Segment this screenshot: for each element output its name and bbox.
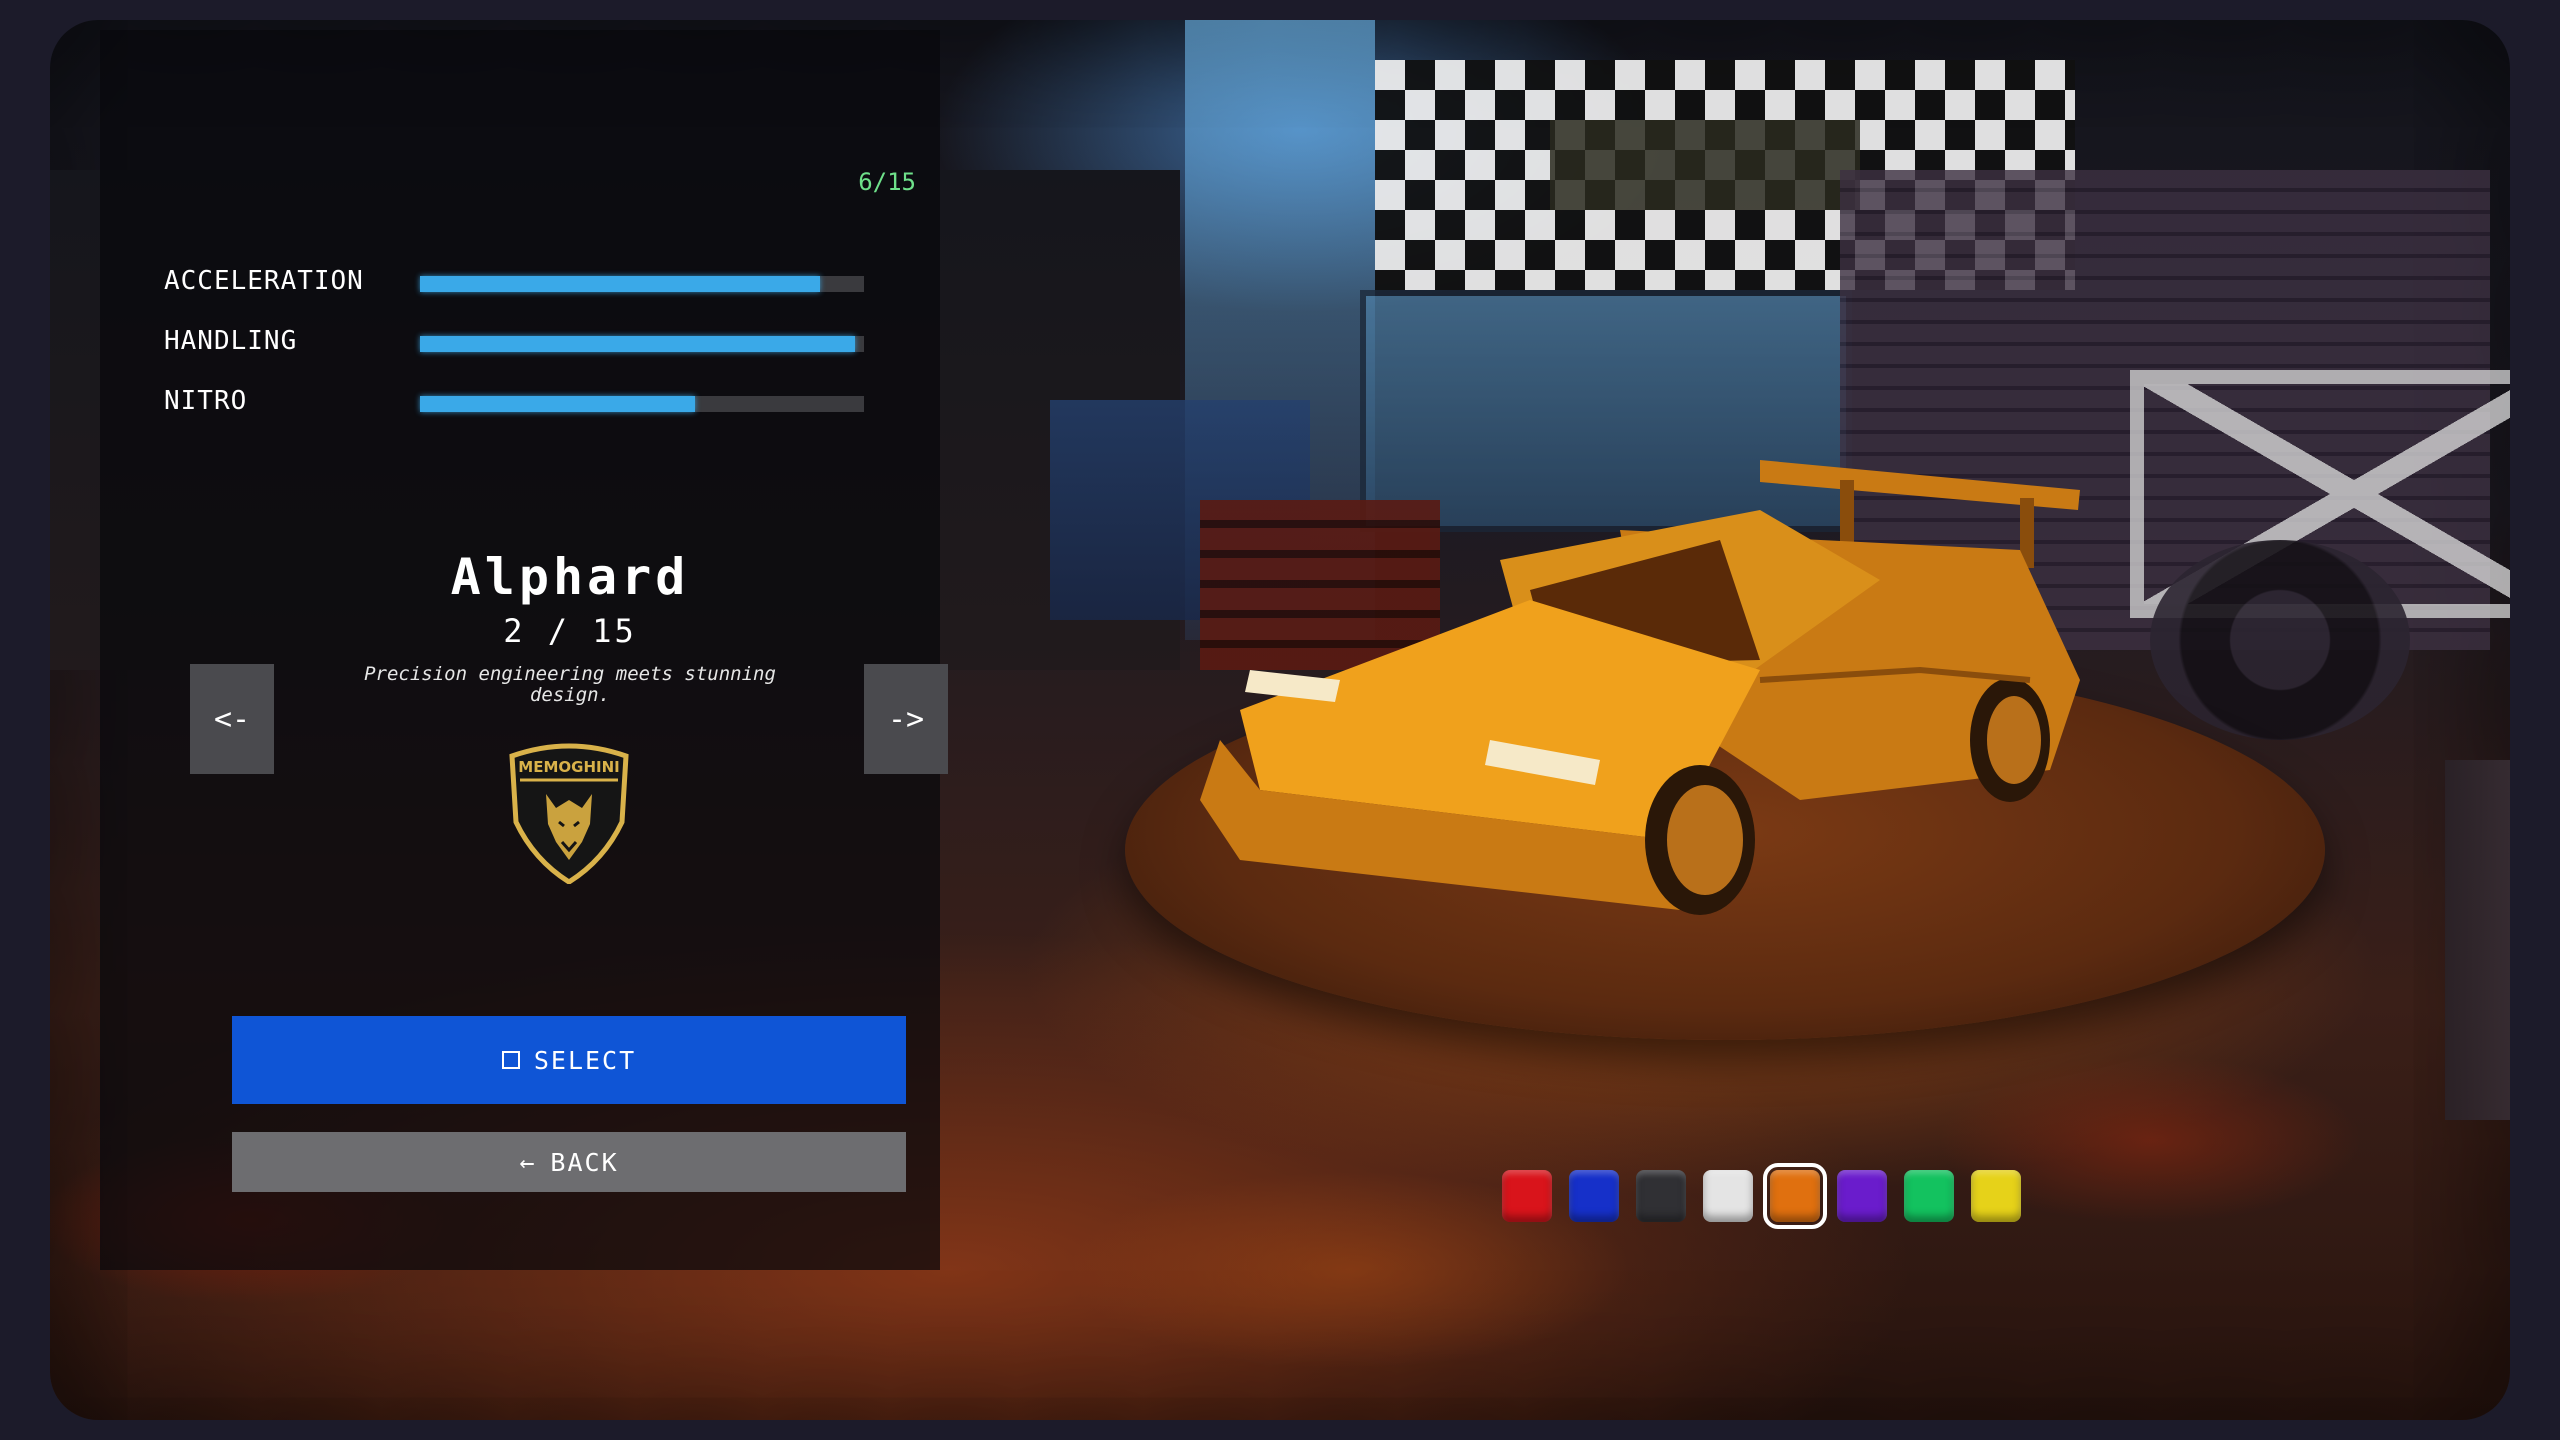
back-button-label: BACK <box>550 1147 619 1177</box>
color-swatch[interactable] <box>1502 1170 1552 1222</box>
stat-label: HANDLING <box>164 326 298 356</box>
stat-label: NITRO <box>164 386 248 416</box>
stat-bar-track <box>420 276 864 292</box>
stat-handling: HANDLING <box>164 322 924 362</box>
color-swatch[interactable] <box>1971 1170 2021 1222</box>
color-swatch[interactable] <box>1904 1170 1954 1222</box>
wolf-shield-logo-icon: MEMOGHINI <box>509 743 629 884</box>
stat-label: ACCELERATION <box>164 266 364 296</box>
color-swatch-picker <box>1502 1163 2022 1230</box>
square-button-icon <box>501 1051 520 1069</box>
car-name: Alphard <box>450 548 690 606</box>
stat-nitro: NITRO <box>164 382 924 422</box>
stat-bar-track <box>420 396 864 412</box>
select-button-label: SELECT <box>533 1045 637 1075</box>
stat-bar-fill <box>420 396 696 412</box>
tire-stack <box>2150 540 2410 740</box>
car-description: Precision engineering meets stunning des… <box>364 663 776 706</box>
car-index: 2 / 15 <box>503 612 637 650</box>
color-swatch[interactable] <box>1569 1170 1619 1222</box>
color-swatch[interactable] <box>1703 1170 1753 1222</box>
color-swatch[interactable] <box>1636 1170 1686 1222</box>
sports-car[interactable] <box>1200 440 2100 920</box>
previous-car-button[interactable]: <- <box>190 664 274 774</box>
stat-acceleration: ACCELERATION <box>164 262 924 302</box>
color-swatch[interactable] <box>1837 1170 1887 1222</box>
brand-logo-text: MEMOGHINI <box>518 758 619 776</box>
arrow-left-icon: ← <box>519 1147 537 1177</box>
back-button[interactable]: ← BACK <box>232 1132 906 1192</box>
color-swatch[interactable] <box>1763 1163 1827 1229</box>
stat-bar-track <box>420 336 864 352</box>
car-wheel-rim <box>1667 785 1743 895</box>
car-wheel-rim <box>1987 696 2041 784</box>
car-spoiler-strut <box>1840 480 1854 550</box>
stat-bar-fill <box>420 276 820 292</box>
stat-bar-fill <box>420 336 856 352</box>
unlocked-count: 6/15 <box>858 168 916 196</box>
car-headlight <box>1245 670 1340 702</box>
banner-sign <box>1550 120 1860 210</box>
select-car-button[interactable]: SELECT <box>232 1016 906 1104</box>
next-car-button[interactable]: -> <box>864 664 948 774</box>
